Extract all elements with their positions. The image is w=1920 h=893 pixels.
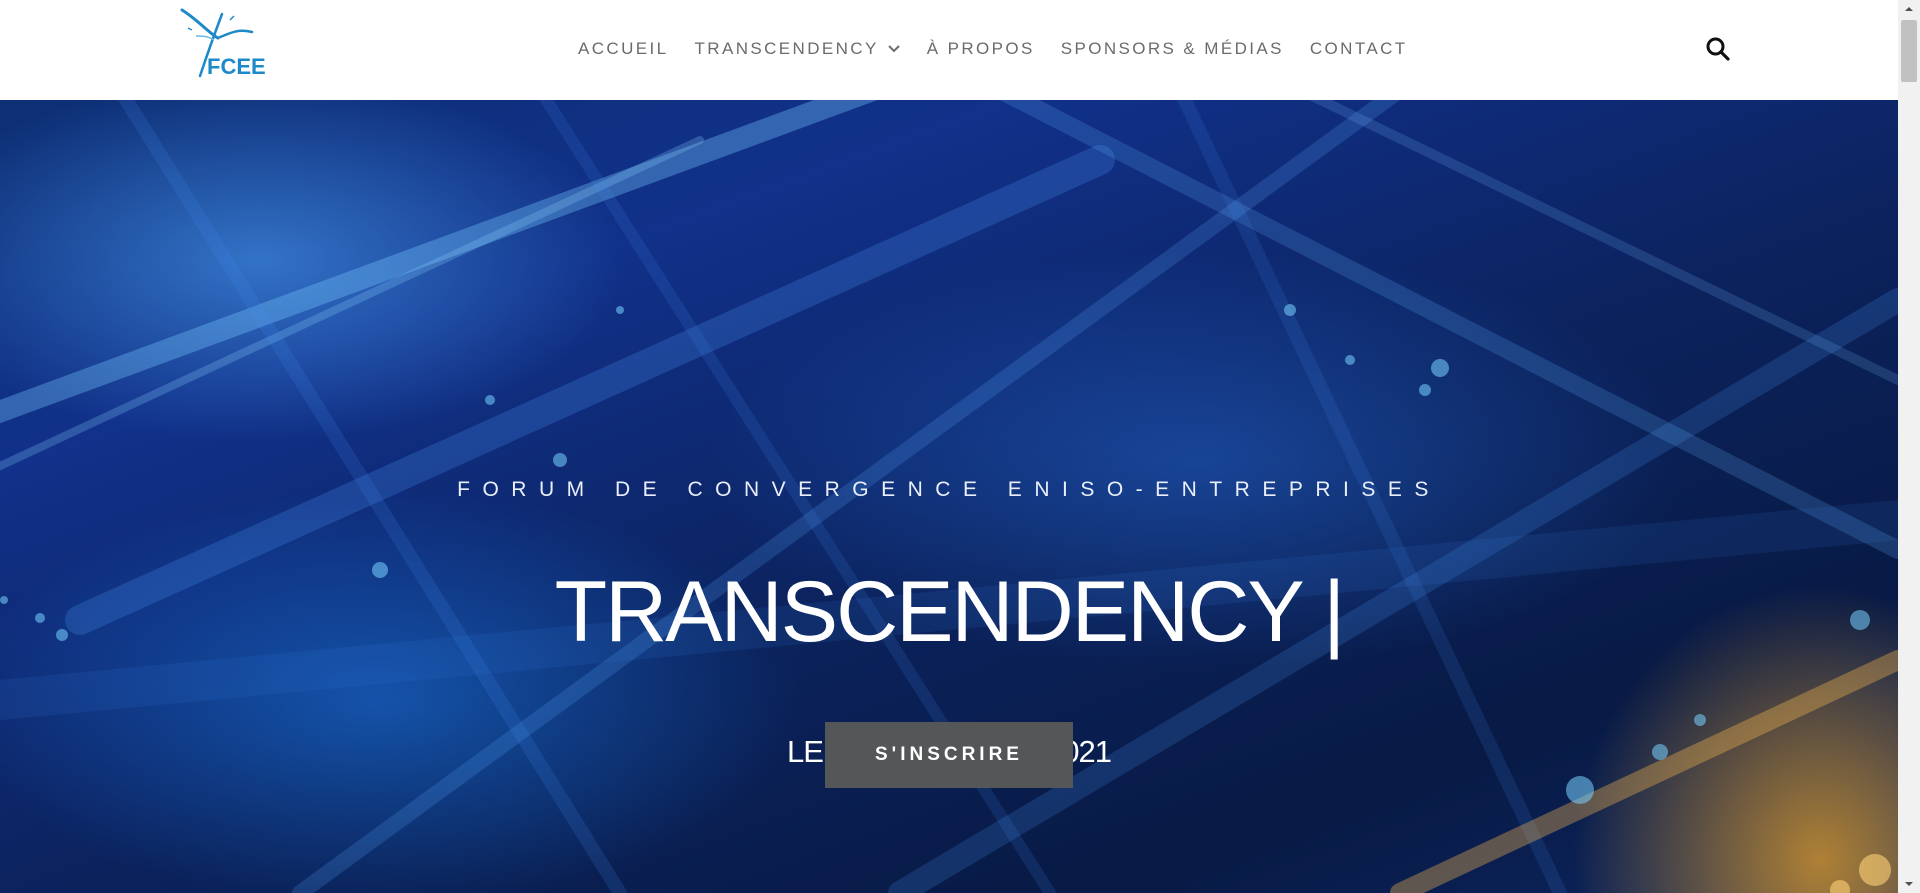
nav-contact-label: CONTACT: [1309, 39, 1408, 58]
scroll-up-button[interactable]: [1898, 0, 1920, 18]
site-header: FCEE ACCUEIL TRANSCENDENCY À PROPOS SPON…: [0, 0, 1898, 100]
nav-transcendency-label: TRANSCENDENCY: [694, 39, 879, 58]
nav-contact[interactable]: CONTACT: [1310, 39, 1408, 59]
scroll-up-arrow-icon: [1905, 7, 1913, 11]
scroll-down-arrow-icon: [1905, 882, 1913, 886]
main-nav: ACCUEIL TRANSCENDENCY À PROPOS SPONSORS …: [578, 36, 1408, 62]
logo-text: FCEE: [207, 54, 266, 79]
chevron-down-icon: [888, 45, 900, 53]
hero-eyebrow: FORUM DE CONVERGENCE ENISO-ENTREPRISES: [457, 478, 1441, 501]
scroll-down-button[interactable]: [1898, 875, 1920, 893]
nav-sponsors-medias-label: SPONSORS & MÉDIAS: [1060, 39, 1284, 58]
hero-title: TRANSCENDENCY |: [554, 564, 1346, 660]
search-button[interactable]: [1705, 36, 1731, 62]
logo[interactable]: FCEE: [178, 6, 268, 80]
nav-transcendency[interactable]: TRANSCENDENCY: [695, 39, 901, 59]
nav-accueil-label: ACCUEIL: [578, 39, 669, 58]
page-scrollbar[interactable]: [1898, 0, 1920, 893]
nav-sponsors-medias[interactable]: SPONSORS & MÉDIAS: [1061, 39, 1284, 59]
scrollbar-thumb[interactable]: [1901, 20, 1917, 82]
nav-accueil[interactable]: ACCUEIL: [578, 39, 669, 59]
register-button[interactable]: S'INSCRIRE: [825, 722, 1073, 788]
search-icon: [1706, 37, 1730, 61]
nav-a-propos[interactable]: À PROPOS: [927, 39, 1035, 59]
nav-a-propos-label: À PROPOS: [926, 39, 1035, 58]
